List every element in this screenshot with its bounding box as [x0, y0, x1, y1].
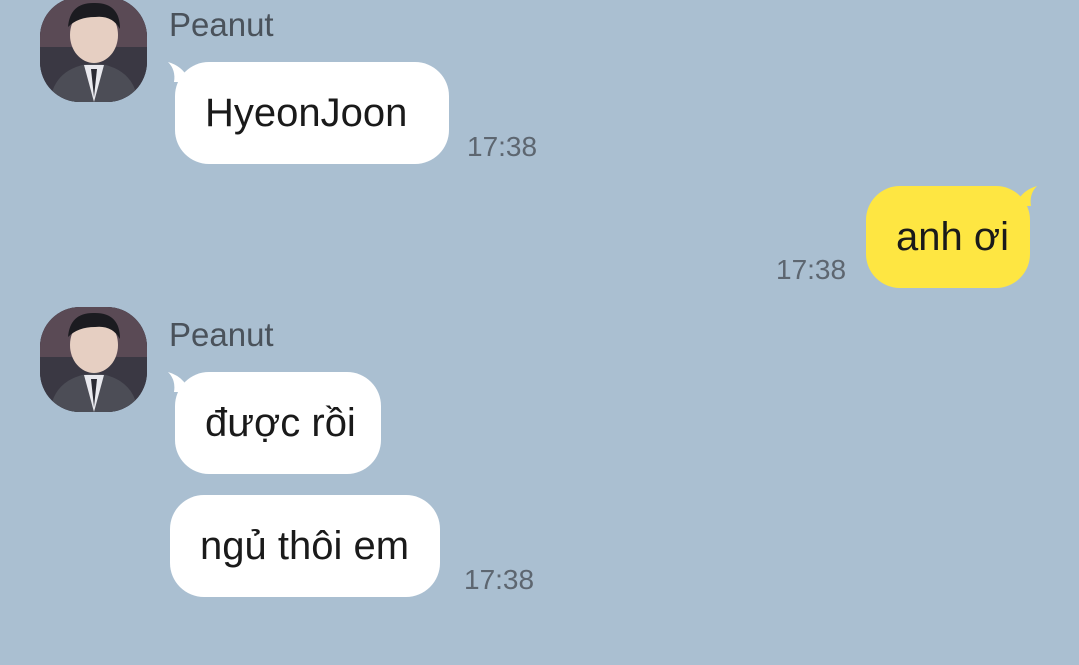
message-bubble[interactable]: HyeonJoon [175, 62, 449, 164]
message-bubble[interactable]: được rồi [175, 372, 381, 474]
bubble-tail [1017, 186, 1037, 206]
sender-name: Peanut [169, 6, 274, 43]
avatar-photo-icon [40, 307, 147, 412]
avatar-photo-icon [40, 0, 147, 102]
message-text: anh ơi [896, 215, 1009, 259]
message-text: được rồi [205, 401, 356, 445]
message-text: HyeonJoon [205, 91, 408, 135]
sender-name: Peanut [169, 316, 274, 353]
message-bubble-outgoing[interactable]: anh ơi [866, 186, 1030, 288]
message-text: ngủ thôi em [200, 524, 410, 568]
message-time: 17:38 [776, 254, 847, 285]
sender-avatar[interactable] [40, 307, 147, 412]
message-time: 17:38 [467, 131, 538, 162]
sender-avatar[interactable] [40, 0, 147, 102]
message-time: 17:38 [464, 564, 535, 595]
message-bubble[interactable]: ngủ thôi em [170, 495, 440, 597]
